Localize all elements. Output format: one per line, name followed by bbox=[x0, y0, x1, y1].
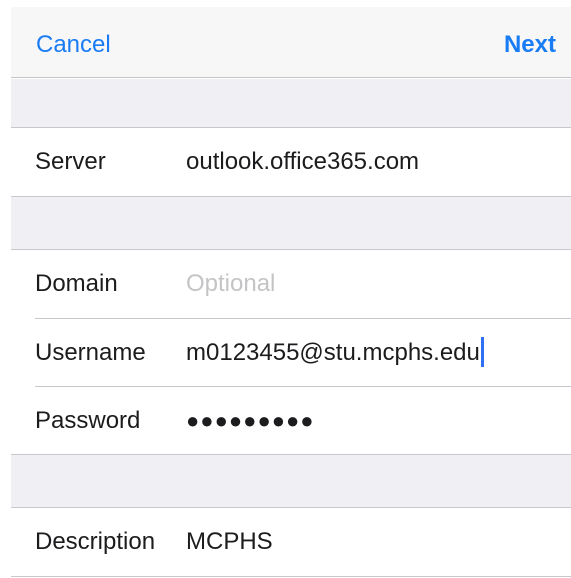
description-row[interactable]: Description MCPHS bbox=[11, 508, 571, 576]
server-label: Server bbox=[35, 148, 106, 175]
account-settings-screen: Cancel Next Server outlook.office365.com… bbox=[11, 7, 571, 578]
username-row[interactable]: Username m0123455@stu.mcphs.edu bbox=[11, 319, 571, 387]
password-label: Password bbox=[35, 407, 141, 434]
cancel-button[interactable]: Cancel bbox=[36, 27, 111, 63]
username-field[interactable]: m0123455@stu.mcphs.edu bbox=[186, 319, 484, 387]
domain-label: Domain bbox=[35, 270, 118, 297]
section-spacer bbox=[11, 455, 571, 507]
navigation-bar: Cancel Next bbox=[11, 7, 571, 78]
username-label: Username bbox=[35, 339, 146, 366]
domain-row[interactable]: Domain Optional bbox=[11, 250, 571, 318]
password-row[interactable]: Password ●●●●●●●●● bbox=[11, 387, 571, 455]
divider bbox=[11, 576, 571, 577]
description-label: Description bbox=[35, 528, 156, 555]
description-field[interactable]: MCPHS bbox=[186, 508, 273, 576]
username-value: m0123455@stu.mcphs.edu bbox=[186, 339, 480, 366]
password-field[interactable]: ●●●●●●●●● bbox=[186, 387, 315, 455]
domain-field[interactable]: Optional bbox=[186, 250, 275, 318]
section-spacer bbox=[11, 79, 571, 127]
server-field[interactable]: outlook.office365.com bbox=[186, 128, 419, 196]
section-spacer bbox=[11, 197, 571, 249]
next-button[interactable]: Next bbox=[504, 27, 556, 63]
server-row[interactable]: Server outlook.office365.com bbox=[11, 128, 571, 196]
text-cursor bbox=[480, 336, 484, 367]
